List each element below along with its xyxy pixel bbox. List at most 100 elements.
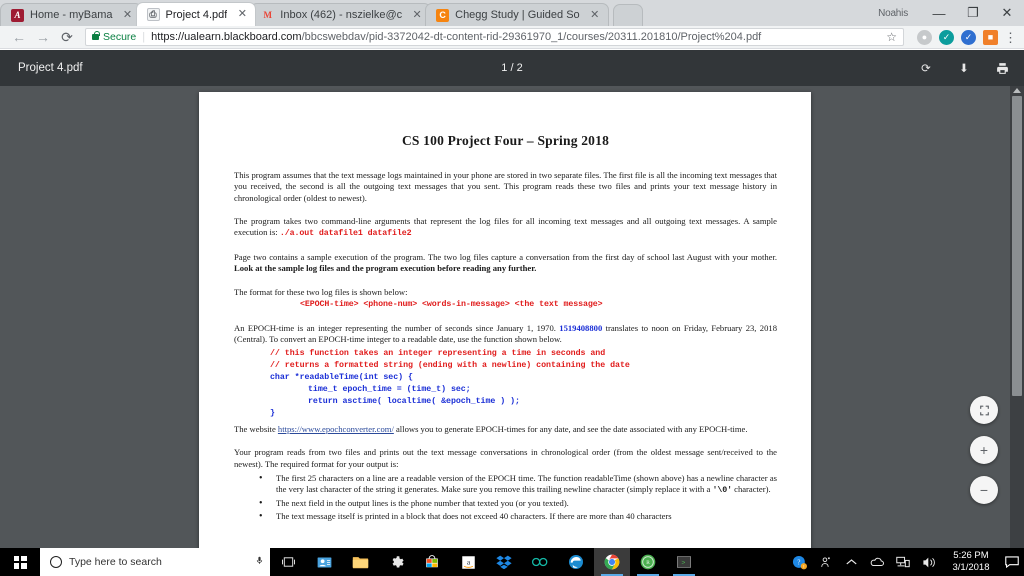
microsoft-store-icon[interactable]: [414, 548, 450, 576]
onedrive-icon[interactable]: [864, 548, 890, 576]
secure-label: Secure: [103, 31, 137, 43]
tab-title: Project 4.pdf: [165, 8, 228, 21]
action-center-icon[interactable]: [1000, 548, 1024, 576]
zoom-out-button[interactable]: −: [970, 476, 998, 504]
code-line-epoch-assign: time_t epoch_time = (time_t) sec;: [308, 384, 471, 394]
people-icon[interactable]: [812, 548, 838, 576]
pdf-zoom-controls: + −: [970, 396, 998, 504]
tab-close-icon[interactable]: ✕: [235, 8, 249, 22]
tab-close-icon[interactable]: ✕: [588, 8, 602, 22]
help-notification-icon[interactable]: ?!: [786, 548, 812, 576]
pdf-viewer: Project 4.pdf 1 / 2 ⟳ ⬇ CS 100 Project F…: [0, 50, 1024, 548]
new-tab-button[interactable]: [612, 4, 643, 26]
print-icon[interactable]: [994, 60, 1010, 76]
clock-time: 5:26 PM: [953, 550, 989, 562]
pdf-toolbar: Project 4.pdf 1 / 2 ⟳ ⬇: [0, 50, 1024, 86]
extension-teal-icon[interactable]: ✓: [939, 29, 954, 45]
browser-tab-inbox-gmail[interactable]: M Inbox (462) - nszielke@c ✕: [250, 3, 432, 26]
pdf-scrollbar[interactable]: [1010, 86, 1024, 548]
code-block-readable-time: // this function takes an integer repres…: [234, 348, 777, 420]
edge-browser-icon[interactable]: [558, 548, 594, 576]
extension-gray-icon[interactable]: ●: [917, 29, 932, 45]
paragraph-4: The format for these two log files is sh…: [234, 286, 408, 297]
tab-close-icon[interactable]: ✕: [121, 8, 135, 22]
bookmark-star-icon[interactable]: ☆: [880, 30, 897, 44]
volume-icon[interactable]: [916, 548, 942, 576]
search-placeholder-label: Type here to search: [69, 556, 162, 568]
epoch-converter-link[interactable]: https://www.epochconverter.com/: [278, 424, 394, 434]
settings-gear-icon[interactable]: [378, 548, 414, 576]
chrome-menu-icon[interactable]: ⋮: [1004, 31, 1017, 44]
svg-text:!: !: [803, 564, 804, 569]
bama-logo-icon: A: [11, 8, 24, 22]
contacts-icon[interactable]: [306, 548, 342, 576]
paragraph-6-pre: The website: [234, 423, 278, 434]
paragraph-2: The program takes two command-line argum…: [234, 216, 777, 240]
svg-text:?: ?: [797, 559, 800, 566]
code-line-return: return asctime( localtime( &epoch_time )…: [308, 396, 520, 406]
close-button[interactable]: ✕: [990, 0, 1024, 26]
profile-name-label[interactable]: Noahis: [878, 8, 908, 19]
pdf-page-1: CS 100 Project Four – Spring 2018 This p…: [199, 92, 811, 548]
code-line-comment-2: // returns a formatted string (ending wi…: [270, 360, 630, 370]
windows-logo-icon: [13, 555, 27, 569]
extension-shield-icon[interactable]: ✓: [961, 29, 976, 45]
tab-title: Inbox (462) - nszielke@c: [280, 9, 403, 21]
network-icon[interactable]: [890, 548, 916, 576]
windows-taskbar: Type here to search a R > ? ! 5:26 PM 3/…: [0, 548, 1024, 576]
fit-to-page-button[interactable]: [970, 396, 998, 424]
taskbar-clock[interactable]: 5:26 PM 3/1/2018: [942, 550, 1000, 573]
browser-tab-home-mybama[interactable]: A Home - myBama ✕: [0, 3, 142, 26]
pdf-page-indicator: 1 / 2: [501, 62, 523, 74]
log-format-line: <EPOCH-time> <phone-num> <words-in-messa…: [300, 300, 603, 310]
file-explorer-icon[interactable]: [342, 548, 378, 576]
document-body: CS 100 Project Four – Spring 2018 This p…: [199, 92, 811, 524]
taskbar-search-box[interactable]: Type here to search: [40, 548, 270, 576]
task-view-icon[interactable]: [270, 548, 306, 576]
start-button[interactable]: [0, 548, 40, 576]
bullet-1-pre: The first 25 characters on a line are a …: [276, 472, 777, 495]
pdf-toolbar-actions: ⟳ ⬇: [918, 60, 1010, 76]
download-icon[interactable]: ⬇: [956, 60, 972, 76]
chegg-icon: C: [436, 8, 450, 22]
microphone-icon[interactable]: [255, 554, 264, 570]
forward-arrow-icon[interactable]: →: [31, 27, 55, 47]
rotate-icon[interactable]: ⟳: [918, 60, 934, 76]
back-arrow-icon[interactable]: ←: [7, 27, 31, 47]
paragraph-1: This program assumes that the text messa…: [234, 169, 777, 203]
amazon-icon[interactable]: a: [450, 548, 486, 576]
app-green-icon[interactable]: R: [630, 548, 666, 576]
sample-execution-command: ./a.out datafile1 datafile2: [279, 229, 412, 239]
reload-icon[interactable]: ⟳: [55, 27, 79, 47]
maximize-button[interactable]: ❐: [956, 0, 990, 26]
gmail-icon: M: [263, 10, 273, 20]
infinity-app-icon[interactable]: [522, 548, 558, 576]
browser-tab-chegg-study[interactable]: C Chegg Study | Guided So ✕: [425, 3, 609, 26]
output-format-bullet-list: The first 25 characters on a line are a …: [234, 472, 777, 524]
paragraph-6-post: allows you to generate EPOCH-times for a…: [393, 423, 748, 434]
bullet-3-text: The text message itself is printed in a …: [276, 510, 672, 521]
bullet-1-code: '\0': [712, 486, 732, 496]
cortana-circle-icon: [50, 556, 62, 568]
scroll-up-arrow-icon[interactable]: [1013, 88, 1021, 93]
zoom-in-button[interactable]: +: [970, 436, 998, 464]
terminal-icon[interactable]: >: [666, 548, 702, 576]
epoch-example-number: 1519408800: [559, 323, 603, 334]
tab-close-icon[interactable]: ✕: [410, 8, 424, 22]
navigation-bar: ← → ⟳ Secure | https://ualearn.blackboar…: [0, 26, 1024, 49]
pdf-file-icon: ⎙: [146, 8, 160, 21]
url-domain: https://ualearn.blackboard.com: [151, 31, 302, 43]
address-bar[interactable]: Secure | https://ualearn.blackboard.com /…: [85, 28, 904, 46]
chevron-up-icon[interactable]: [838, 548, 864, 576]
scrollbar-thumb[interactable]: [1012, 96, 1022, 396]
browser-tab-project-4-pdf[interactable]: ⎙ Project 4.pdf ✕: [135, 2, 257, 26]
code-line-closing-brace: }: [270, 408, 275, 418]
list-item: The text message itself is printed in a …: [234, 510, 777, 524]
url-path: /bbcswebdav/pid-3372042-dt-content-rid-2…: [301, 31, 762, 43]
paragraph-3-text: Page two contains a sample execution of …: [234, 252, 777, 263]
browser-window: A Home - myBama ✕ ⎙ Project 4.pdf ✕ M In…: [0, 0, 1024, 576]
chrome-browser-icon[interactable]: [594, 548, 630, 576]
minimize-button[interactable]: —: [922, 0, 956, 26]
dropbox-icon[interactable]: [486, 548, 522, 576]
extension-orange-icon[interactable]: ■: [983, 29, 998, 45]
